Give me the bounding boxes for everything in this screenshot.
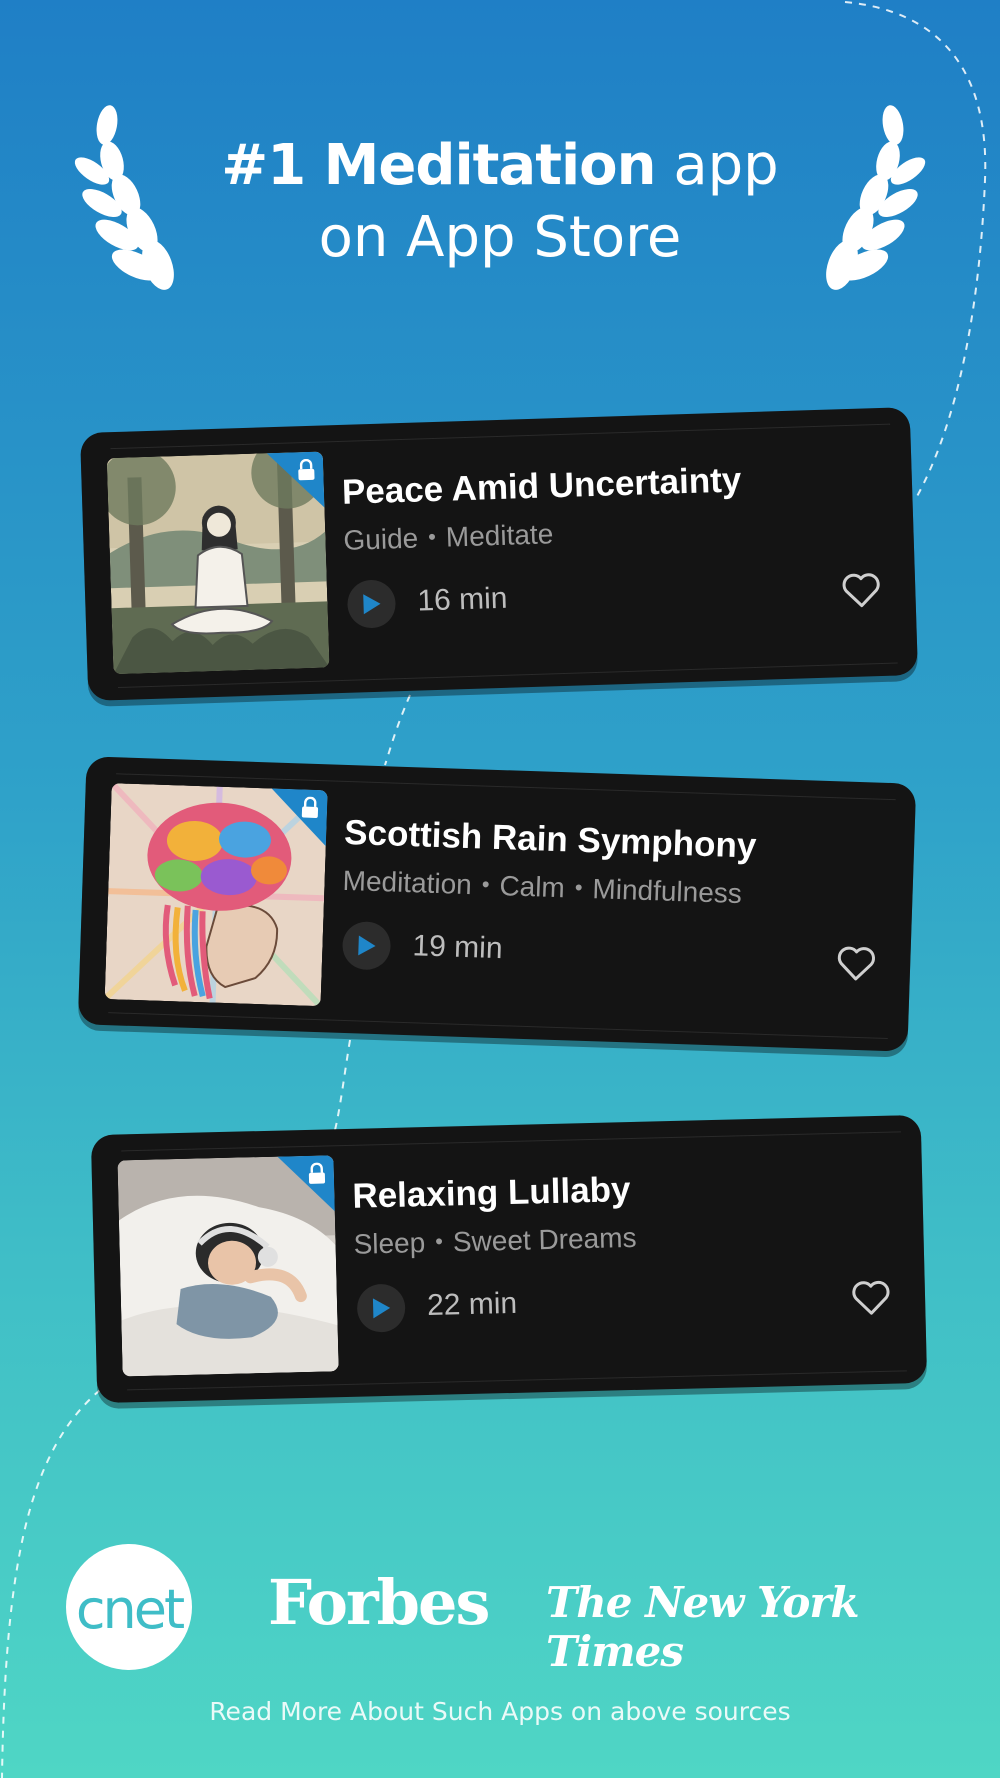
track-duration: 19 min [412,929,504,966]
play-button[interactable] [341,920,392,971]
card-divider [108,1012,888,1040]
track-title: Relaxing Lullaby [351,1170,631,1216]
tag: Mindfulness [591,873,743,910]
track-card-peace-amid-uncertainty[interactable]: Peace Amid Uncertainty Guide • Meditate 16… [79,407,919,701]
lock-icon [298,458,315,481]
favorite-heart-icon[interactable] [841,570,882,609]
headline-bold: #1 Meditation [221,133,656,198]
lock-icon [301,796,319,818]
meditating-woman-thumbnail [106,451,330,675]
tag-separator: • [427,523,437,550]
headline: #1 Meditation app on App Store [0,130,1000,274]
tag: Sleep [353,1227,426,1260]
track-card-relaxing-lullaby[interactable]: Relaxing Lullaby Sleep • Sweet Dreams 22 m… [90,1114,928,1404]
card-divider [121,1131,902,1152]
tag: Meditation [342,864,473,901]
tag: Sweet Dreams [452,1221,637,1258]
track-title: Peace Amid Uncertainty [341,460,742,512]
play-icon [363,594,381,615]
tag: Meditate [445,518,554,553]
nyt-logo: The New York Times [546,1578,860,1676]
play-button[interactable] [346,579,397,629]
headline-light: app [673,133,779,198]
tag-separator: • [434,1228,444,1254]
premium-corner [277,1155,335,1213]
favorite-heart-icon[interactable] [836,943,877,982]
tag: Calm [498,870,566,904]
track-card-scottish-rain-symphony[interactable]: Scottish Rain Symphony Meditation • Calm • M… [77,756,917,1052]
track-tags: Guide • Meditate [343,518,554,557]
play-icon [358,935,376,956]
colorful-brain-thumbnail [104,783,328,1007]
track-duration: 22 min [426,1286,518,1323]
play-button[interactable] [356,1283,406,1333]
track-tags: Meditation • Calm • Mindfulness [342,865,742,910]
tag-separator: • [481,871,490,897]
sleeping-girl-thumbnail [117,1155,339,1377]
headline-line1: #1 Meditation app [0,130,1000,202]
tag: Guide [343,522,419,556]
premium-corner [266,451,325,510]
cnet-logo-text: cnet [75,1578,185,1641]
tag-separator: • [574,874,583,900]
press-note: Read More About Such Apps on above sourc… [209,1697,791,1726]
press-logos: cnet Forbes The New York Times [0,1540,1000,1676]
track-tags: Sleep • Sweet Dreams [353,1222,637,1261]
lock-icon [308,1162,326,1184]
headline-line2: on App Store [318,205,682,270]
cnet-logo: cnet [66,1544,192,1670]
track-title: Scottish Rain Symphony [343,812,757,866]
favorite-heart-icon[interactable] [851,1278,892,1317]
card-divider [110,423,891,450]
play-icon [372,1298,391,1319]
forbes-logo: Forbes [268,1566,490,1639]
track-duration: 16 min [416,581,508,618]
